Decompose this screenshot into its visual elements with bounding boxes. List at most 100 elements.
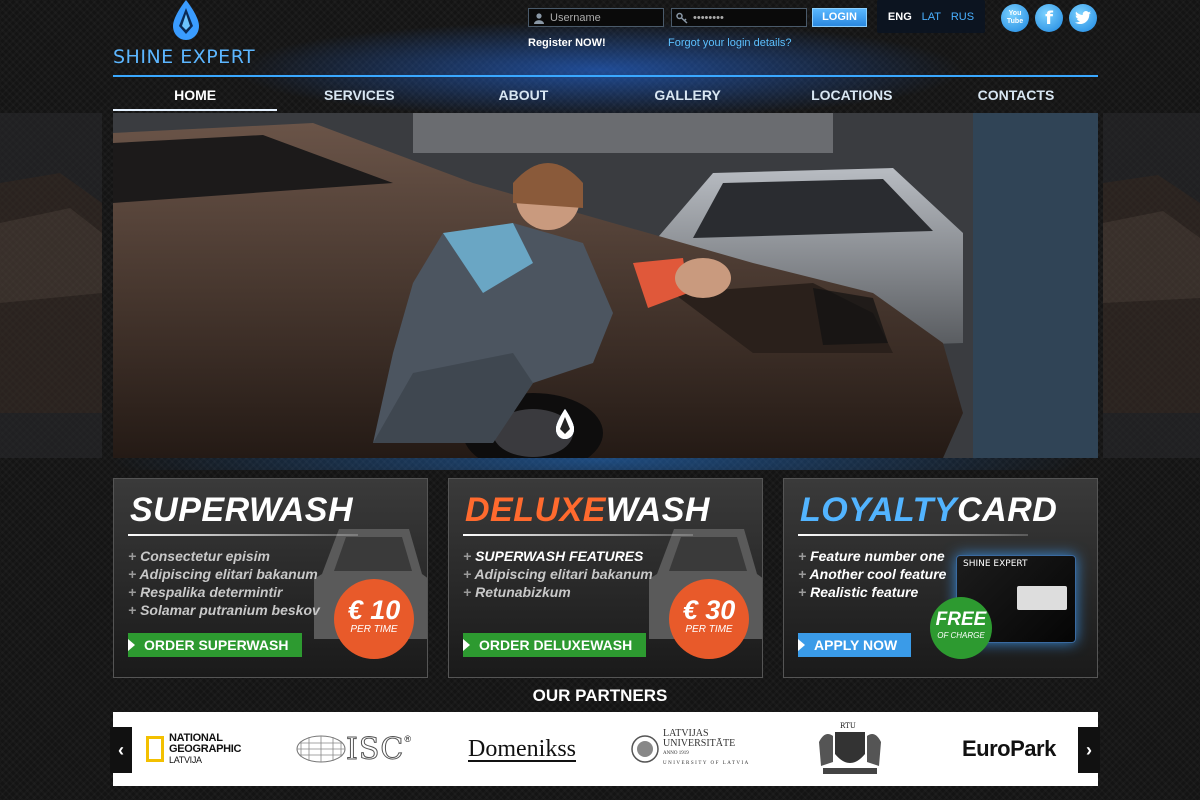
feature-item: Another cool feature xyxy=(798,565,947,583)
feature-item: Solamar putranium beskov xyxy=(128,601,320,619)
deluxewash-title-part2: WASH xyxy=(605,491,710,529)
hero-slider[interactable] xyxy=(113,113,1098,458)
loyaltycard-features: Feature number one Another cool feature … xyxy=(798,547,947,601)
feature-item: Respalika determintir xyxy=(128,583,320,601)
forgot-login-link[interactable]: Forgot your login details? xyxy=(668,37,792,49)
language-switcher: ENG LAT RUS xyxy=(877,0,985,33)
hero-next-preview xyxy=(1103,113,1200,458)
username-placeholder: Username xyxy=(550,11,601,24)
partner-university-of-latvia[interactable]: LATVIJAS UNIVERSITĀTE ANNO 1919 UNIVERSI… xyxy=(630,712,750,786)
globe-icon xyxy=(296,735,346,763)
twitter-bird-icon xyxy=(1075,11,1091,24)
feature-item: SUPERWASH FEATURES xyxy=(463,547,653,565)
hero-prev-preview xyxy=(0,113,102,458)
carousel-prev-icon[interactable]: ‹ xyxy=(110,727,132,773)
logo[interactable]: SHINE EXPERT xyxy=(113,0,263,70)
title-underline xyxy=(798,534,1028,536)
deluxewash-price-badge: € 30 PER TIME xyxy=(669,579,749,659)
nav-about[interactable]: ABOUT xyxy=(441,77,605,111)
main-nav: HOME SERVICES ABOUT GALLERY LOCATIONS CO… xyxy=(113,77,1098,111)
feature-item: Realistic feature xyxy=(798,583,946,601)
nav-locations[interactable]: LOCATIONS xyxy=(770,77,934,111)
youtube-icon[interactable]: You Tube xyxy=(1001,4,1029,32)
user-icon xyxy=(534,12,544,24)
key-icon xyxy=(676,12,688,24)
partner-isc[interactable]: ISC ® xyxy=(296,712,411,786)
logo-text: SHINE EXPERT xyxy=(113,46,256,68)
youtube-line2: Tube xyxy=(1006,18,1024,25)
title-underline xyxy=(463,534,693,536)
nav-gallery[interactable]: GALLERY xyxy=(606,77,770,111)
apply-now-button[interactable]: APPLY NOW xyxy=(798,633,912,657)
lang-rus[interactable]: RUS xyxy=(951,11,974,23)
superwash-features: Consectetur episim Adipiscing elitari ba… xyxy=(128,547,320,619)
superwash-title-text: SUPERWASH xyxy=(130,491,354,529)
isc-registered-mark: ® xyxy=(404,734,411,744)
partner-national-geographic[interactable]: NATIONAL GEOGRAPHIC LATVIJA xyxy=(146,712,241,786)
password-field[interactable]: •••••••• xyxy=(671,8,807,27)
natgeo-line2: GEOGRAPHIC xyxy=(169,742,242,755)
rtu-crest-icon xyxy=(819,732,881,774)
feature-item: Adipiscing elitari bakanum xyxy=(128,565,320,583)
free-value: FREE xyxy=(935,609,987,630)
price-unit: PER TIME xyxy=(685,624,733,635)
rtu-crest: RTU xyxy=(815,722,885,776)
rtu-text: RTU xyxy=(840,722,856,730)
deluxewash-features: SUPERWASH FEATURES Adipiscing elitari ba… xyxy=(463,547,653,601)
superwash-title: SUPERWASH xyxy=(130,491,353,530)
lu-line3: ANNO 1919 xyxy=(663,751,689,756)
nav-services[interactable]: SERVICES xyxy=(277,77,441,111)
natgeo-text: NATIONAL GEOGRAPHIC LATVIJA xyxy=(169,731,242,766)
youtube-line1: You xyxy=(1008,10,1022,17)
partner-europark[interactable]: EuroPark xyxy=(962,712,1056,786)
loyaltycard-title-part2: CARD xyxy=(957,491,1058,529)
lu-text: LATVIJAS UNIVERSITĀTE ANNO 1919 UNIVERSI… xyxy=(663,729,750,769)
deluxewash-title: DELUXEWASH xyxy=(465,491,710,530)
social-links: You Tube f xyxy=(1001,4,1097,32)
deluxewash-title-part1: DELUXE xyxy=(465,491,606,529)
loyaltycard-title: LOYALTYCARD xyxy=(800,491,1057,530)
free-badge: FREE OF CHARGE xyxy=(930,597,992,659)
carousel-next-icon[interactable]: › xyxy=(1078,727,1100,773)
nav-contacts[interactable]: CONTACTS xyxy=(934,77,1098,111)
twitter-icon[interactable] xyxy=(1069,4,1097,32)
deluxewash-card: DELUXEWASH SUPERWASH FEATURES Adipiscing… xyxy=(448,478,763,678)
partners-title: OUR PARTNERS xyxy=(532,686,668,705)
facebook-glyph: f xyxy=(1045,7,1053,29)
slide-dot-4-icon[interactable] xyxy=(555,409,575,439)
price-unit: PER TIME xyxy=(350,624,398,635)
partner-rtu[interactable]: RTU xyxy=(815,712,885,786)
hero-image xyxy=(113,113,1098,458)
natgeo-line1: NATIONAL xyxy=(169,731,223,744)
lu-line2: UNIVERSITĀTE xyxy=(663,738,736,749)
loyaltycard-card: LOYALTYCARD Feature number one Another c… xyxy=(783,478,1098,678)
partner-domenikss[interactable]: Domenikss xyxy=(468,712,576,786)
password-value: •••••••• xyxy=(693,11,724,24)
feature-item: Adipiscing elitari bakanum xyxy=(463,565,653,583)
register-link[interactable]: Register NOW! xyxy=(528,37,606,49)
natgeo-line3: LATVIJA xyxy=(169,754,202,765)
water-drop-logo-icon xyxy=(173,0,199,40)
price-value: € 30 xyxy=(682,595,736,625)
order-deluxewash-button[interactable]: ORDER DELUXEWASH xyxy=(463,633,647,657)
superwash-price-badge: € 10 PER TIME xyxy=(334,579,414,659)
loyaltycard-title-part1: LOYALTY xyxy=(800,491,958,529)
europark-text: EuroPark xyxy=(962,736,1056,761)
lu-line4: UNIVERSITY OF LATVIA xyxy=(663,761,750,766)
feature-item: Retunabizkum xyxy=(463,583,653,601)
nav-home[interactable]: HOME xyxy=(113,77,278,111)
username-field[interactable]: Username xyxy=(528,8,664,27)
lang-eng[interactable]: ENG xyxy=(888,11,912,23)
partners-carousel xyxy=(113,712,1098,786)
price-value: € 10 xyxy=(347,595,401,625)
title-underline xyxy=(128,534,358,536)
lang-lat[interactable]: LAT xyxy=(922,11,941,23)
university-seal-icon xyxy=(631,735,659,763)
facebook-icon[interactable]: f xyxy=(1035,4,1063,32)
feature-item: Consectetur episim xyxy=(128,547,320,565)
free-unit: OF CHARGE xyxy=(937,631,985,640)
order-superwash-button[interactable]: ORDER SUPERWASH xyxy=(128,633,303,657)
loyalty-card-brand: SHINE EXPERT xyxy=(963,559,1028,569)
login-button[interactable]: LOGIN xyxy=(812,8,867,27)
superwash-card: SUPERWASH Consectetur episim Adipiscing … xyxy=(113,478,428,678)
